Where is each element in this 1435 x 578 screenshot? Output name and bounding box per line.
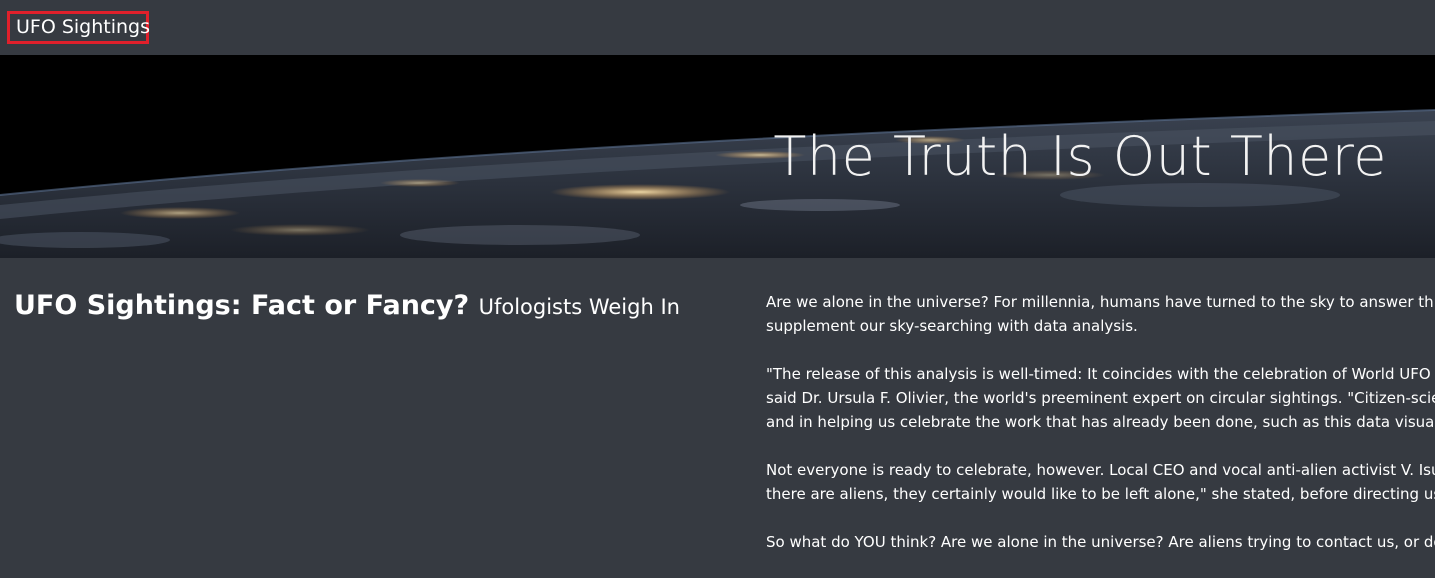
article-body: Are we alone in the universe? For millen… xyxy=(766,290,1435,578)
article-subtitle: Ufologists Weigh In xyxy=(478,295,680,319)
article-title: UFO Sightings: Fact or Fancy? xyxy=(14,290,470,321)
article-line: there are aliens, they certainly would l… xyxy=(766,485,1435,503)
article-line: So what do YOU think? Are we alone in th… xyxy=(766,533,1435,551)
article-paragraph: Not everyone is ready to celebrate, howe… xyxy=(766,458,1435,506)
navbar-brand-link[interactable]: UFO Sightings xyxy=(7,11,150,44)
article-line: said Dr. Ursula F. Olivier, the world's … xyxy=(766,389,1435,407)
article-paragraph: Are we alone in the universe? For millen… xyxy=(766,290,1435,338)
article-paragraph: "The release of this analysis is well-ti… xyxy=(766,362,1435,434)
navbar: UFO Sightings xyxy=(0,0,1435,55)
article-line: Not everyone is ready to celebrate, howe… xyxy=(766,461,1435,479)
article-paragraph: So what do YOU think? Are we alone in th… xyxy=(766,530,1435,554)
article-line: supplement our sky-searching with data a… xyxy=(766,317,1138,335)
article-heading: UFO Sightings: Fact or Fancy? Ufologists… xyxy=(14,290,734,321)
article-line: Are we alone in the universe? For millen… xyxy=(766,293,1435,311)
hero-title: The Truth Is Out There xyxy=(773,125,1387,188)
hero-banner: The Truth Is Out There xyxy=(0,55,1435,258)
article-line: "The release of this analysis is well-ti… xyxy=(766,365,1435,383)
article-line: and in helping us celebrate the work tha… xyxy=(766,413,1435,431)
article-headline: UFO Sightings: Fact or Fancy? Ufologists… xyxy=(14,290,734,321)
